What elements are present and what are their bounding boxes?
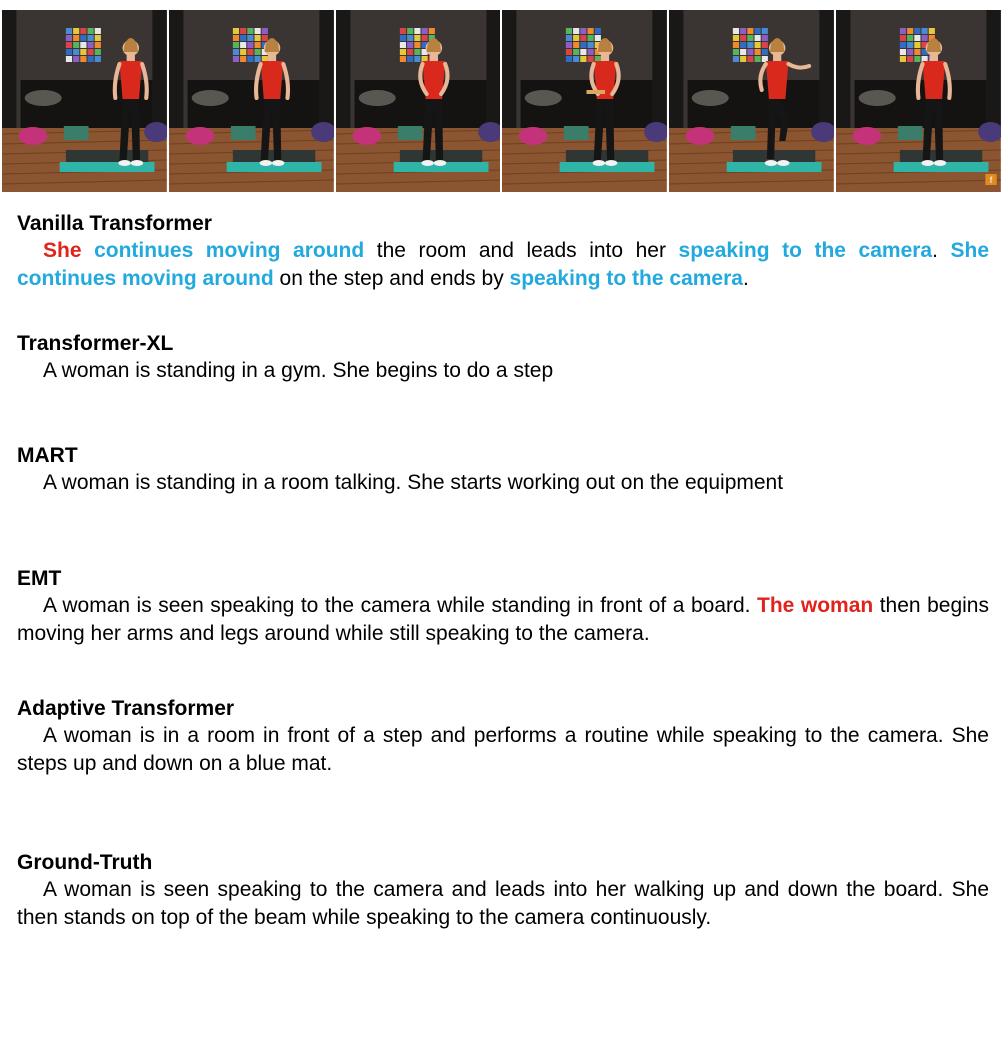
inconsistent-phrase: The woman bbox=[757, 594, 874, 617]
inconsistent-phrase: She bbox=[43, 239, 82, 262]
lamp-glow bbox=[525, 90, 563, 106]
lamp-glow bbox=[858, 90, 896, 106]
method-name: Vanilla Transformer bbox=[17, 212, 212, 235]
frame-image bbox=[669, 10, 835, 192]
caption-text: . bbox=[742, 267, 749, 290]
video-frame bbox=[2, 10, 167, 192]
caption-text: A woman is standing in a gym. She begins… bbox=[43, 359, 554, 382]
frame-image bbox=[168, 10, 334, 192]
video-frame bbox=[168, 10, 334, 192]
wall-column bbox=[836, 10, 851, 128]
watermark-text: f bbox=[990, 175, 993, 185]
wall-column bbox=[652, 10, 668, 128]
generated-caption: A woman is in a room in front of a step … bbox=[17, 722, 989, 778]
green-mat bbox=[897, 126, 923, 140]
caption-text: A woman is in a room in front of a step … bbox=[17, 724, 989, 775]
green-mat bbox=[731, 126, 756, 140]
frame-image: f bbox=[836, 10, 1001, 192]
caption-text: A woman is standing in a room talking. S… bbox=[43, 471, 784, 494]
pink-bag bbox=[352, 127, 381, 145]
lamp-glow bbox=[191, 90, 229, 106]
wall-column bbox=[319, 10, 334, 128]
method-block-vanilla-transformer: Vanilla Transformer She continues moving… bbox=[17, 210, 989, 293]
caption-text: A woman is seen speaking to the camera a… bbox=[17, 878, 989, 929]
wall-column bbox=[669, 10, 684, 128]
generated-caption: A woman is seen speaking to the camera w… bbox=[17, 592, 989, 648]
wall-column bbox=[819, 10, 835, 128]
lamp-glow bbox=[24, 90, 62, 106]
wall-column bbox=[986, 10, 1001, 128]
frame-image bbox=[502, 10, 668, 192]
video-frame bbox=[502, 10, 668, 192]
caption-text: on the step and ends by bbox=[273, 267, 510, 290]
method-name: Ground-Truth bbox=[17, 851, 153, 874]
pink-bag bbox=[852, 127, 882, 145]
wall-column bbox=[335, 10, 351, 128]
mosaic-artwork bbox=[65, 28, 101, 62]
method-block-ground-truth: Ground-Truth A woman is seen speaking to… bbox=[17, 849, 989, 932]
video-frame: f bbox=[836, 10, 1001, 192]
wall-column bbox=[486, 10, 501, 128]
method-name: MART bbox=[17, 444, 78, 467]
caption-text bbox=[82, 239, 95, 262]
mosaic-artwork bbox=[566, 28, 602, 62]
method-block-transformer-xl: Transformer-XL A woman is standing in a … bbox=[17, 330, 989, 385]
caption-text: the room and leads into her bbox=[364, 239, 679, 262]
lamp-glow bbox=[358, 90, 396, 106]
repetitive-phrase: speaking to the camera bbox=[509, 267, 743, 290]
method-block-mart: MART A woman is standing in a room talki… bbox=[17, 442, 989, 497]
wall-column bbox=[502, 10, 517, 128]
method-block-adaptive-transformer: Adaptive Transformer A woman is in a roo… bbox=[17, 695, 989, 778]
caption-text: . bbox=[932, 239, 951, 262]
lamp-glow bbox=[691, 90, 730, 106]
frame-image bbox=[335, 10, 501, 192]
pink-bag bbox=[185, 127, 215, 145]
pink-bag bbox=[685, 127, 715, 145]
generated-caption: A woman is standing in a room talking. S… bbox=[17, 469, 989, 497]
pink-bag bbox=[18, 127, 48, 145]
wall-column bbox=[2, 10, 17, 128]
mosaic-artwork bbox=[232, 28, 268, 62]
video-frame bbox=[335, 10, 501, 192]
caption-text: A woman is seen speaking to the camera w… bbox=[43, 594, 758, 617]
repetitive-phrase: speaking to the camera bbox=[678, 239, 933, 262]
green-mat bbox=[564, 126, 590, 140]
frame-image bbox=[2, 10, 167, 192]
generated-caption: She continues moving around the room and… bbox=[17, 237, 989, 293]
video-frame-strip: f bbox=[2, 10, 1001, 192]
mosaic-artwork bbox=[733, 28, 769, 62]
repetitive-phrase: continues moving around bbox=[94, 239, 365, 262]
generated-caption: A woman is seen speaking to the camera a… bbox=[17, 876, 989, 932]
method-name: EMT bbox=[17, 567, 62, 590]
wall-column bbox=[152, 10, 167, 128]
generated-caption: A woman is standing in a gym. She begins… bbox=[17, 357, 989, 385]
wall-column bbox=[168, 10, 184, 128]
green-mat bbox=[63, 126, 89, 140]
method-name: Transformer-XL bbox=[17, 332, 174, 355]
video-frame bbox=[669, 10, 835, 192]
green-mat bbox=[397, 126, 423, 140]
green-mat bbox=[230, 126, 256, 140]
method-name: Adaptive Transformer bbox=[17, 697, 235, 720]
method-block-emt: EMT A woman is seen speaking to the came… bbox=[17, 565, 989, 648]
pink-bag bbox=[518, 127, 548, 145]
